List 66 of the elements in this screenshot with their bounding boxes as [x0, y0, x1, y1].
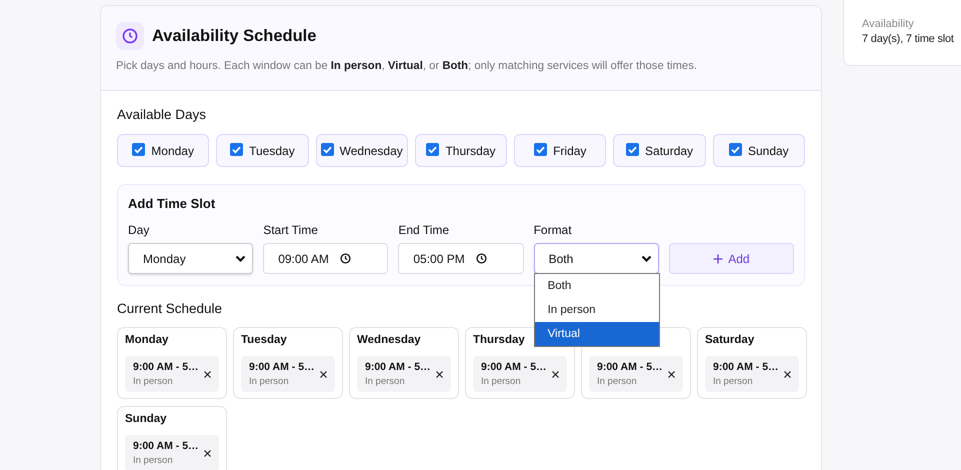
- section-title: Availability Schedule: [152, 26, 316, 46]
- slot-format: In person: [133, 376, 174, 387]
- section-description: Pick days and hours. Each window can be In person, Virtual, or Both; only matching services will offer those times.: [116, 60, 698, 72]
- field-label: Format: [534, 223, 573, 237]
- section-label: Available Days: [117, 107, 208, 122]
- checkbox[interactable]: [728, 142, 742, 156]
- field-label: Start Time: [263, 223, 319, 237]
- select-field[interactable]: Both: [534, 243, 659, 274]
- slot-time: 9:00 AM - 5…: [713, 361, 779, 373]
- plus-icon: [713, 254, 724, 264]
- checkbox[interactable]: [534, 142, 548, 156]
- day-toggle[interactable]: Tuesday: [216, 134, 309, 167]
- close-icon[interactable]: [204, 450, 211, 456]
- day-title: Sunday: [125, 413, 168, 427]
- close-icon[interactable]: [552, 370, 559, 378]
- checkbox[interactable]: [320, 142, 334, 156]
- summary-value: 7 day(s), 7 time slot: [862, 33, 954, 45]
- chevron-icon: [640, 254, 652, 262]
- day-title: Saturday: [705, 334, 756, 348]
- slot-time: 9:00 AM - 5…: [249, 361, 315, 373]
- dropdown-option[interactable]: In person: [534, 298, 659, 322]
- chevron-icon: [235, 254, 246, 262]
- slot-format: In person: [481, 376, 522, 387]
- slot-format: In person: [249, 376, 290, 387]
- day-title: Thursday: [473, 334, 526, 348]
- clock-icon: [116, 22, 144, 50]
- day-toggle[interactable]: Thursday: [414, 134, 508, 167]
- slot-time: 9:00 AM - 5…: [481, 361, 547, 373]
- day-toggle[interactable]: Friday: [514, 134, 606, 167]
- close-icon[interactable]: [784, 370, 791, 378]
- day-title: Tuesday: [241, 334, 288, 348]
- checkbox[interactable]: [426, 142, 440, 156]
- day-toggle[interactable]: Monday: [117, 134, 210, 167]
- slot-format: In person: [713, 376, 754, 387]
- add-button[interactable]: Add: [668, 243, 794, 274]
- close-icon[interactable]: [320, 370, 327, 378]
- section-label: Current Schedule: [117, 301, 222, 316]
- day-toggle[interactable]: Sunday: [712, 134, 805, 167]
- field-label: Day: [128, 223, 150, 237]
- close-icon[interactable]: [668, 370, 675, 378]
- day-title: Monday: [125, 334, 170, 348]
- dropdown-option[interactable]: Virtual: [534, 322, 659, 346]
- close-icon[interactable]: [204, 370, 211, 378]
- close-icon[interactable]: [436, 370, 443, 378]
- select-field[interactable]: Monday: [128, 243, 254, 274]
- summary-label: Availability: [862, 18, 915, 30]
- time-field[interactable]: 09:00 AM: [263, 243, 388, 274]
- dropdown-option[interactable]: Both: [534, 274, 659, 298]
- panel-title: Add Time Slot: [128, 196, 216, 211]
- day-toggle[interactable]: Saturday: [613, 134, 706, 167]
- day-toggle[interactable]: Wednesday: [316, 134, 408, 167]
- clock-icon: [476, 253, 487, 264]
- slot-format: In person: [597, 376, 638, 387]
- clock-icon: [340, 253, 352, 264]
- day-title: Wednesday: [357, 334, 422, 348]
- time-field[interactable]: 05:00 PM: [398, 243, 524, 274]
- slot-format: In person: [365, 376, 406, 387]
- slot-time: 9:00 AM - 5…: [133, 361, 199, 373]
- checkbox[interactable]: [230, 142, 244, 156]
- checkbox[interactable]: [626, 142, 640, 156]
- slot-time: 9:00 AM - 5…: [365, 361, 431, 373]
- field-label: End Time: [398, 223, 450, 237]
- checkbox[interactable]: [132, 142, 146, 156]
- slot-time: 9:00 AM - 5…: [597, 361, 663, 373]
- slot-format: In person: [133, 455, 174, 466]
- slot-time: 9:00 AM - 5…: [133, 440, 199, 452]
